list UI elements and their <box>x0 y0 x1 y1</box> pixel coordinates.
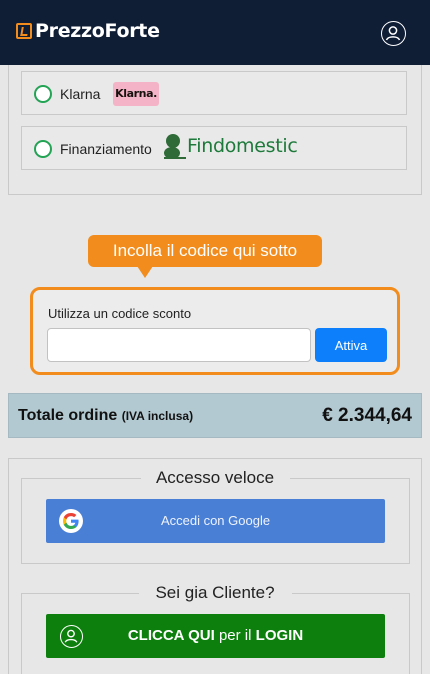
klarna-label: Klarna <box>60 86 101 102</box>
payment-option-klarna[interactable]: Klarna Klarna. <box>21 71 407 115</box>
coupon-box: Utilizza un codice sconto Attiva <box>30 287 400 375</box>
findomestic-wordmark: Findomestic <box>187 135 298 157</box>
brand-logo[interactable]: PrezzoForte <box>16 20 160 42</box>
google-login-button[interactable]: Accedi con Google <box>46 499 385 543</box>
coupon-label: Utilizza un codice sconto <box>48 306 192 321</box>
login-button[interactable]: CLICCA QUI per il LOGIN <box>46 614 385 658</box>
login-button-label: CLICCA QUI per il LOGIN <box>46 627 385 644</box>
klarna-logo: Klarna. <box>113 82 159 106</box>
coupon-code-input[interactable] <box>47 328 311 362</box>
user-account-button[interactable] <box>381 21 406 46</box>
order-total-value: € 2.344,64 <box>322 405 412 426</box>
brand-name: PrezzoForte <box>35 20 160 42</box>
findomestic-radio[interactable] <box>34 140 52 158</box>
prezzoforte-logo-icon <box>16 23 32 39</box>
login-cta-bold-1: CLICCA QUI <box>127 627 215 644</box>
login-cta-mid: per il <box>214 627 256 644</box>
login-cta-bold-2: LOGIN <box>255 627 304 644</box>
quick-access-title: Accesso veloce <box>155 468 275 487</box>
top-header: PrezzoForte <box>0 0 430 65</box>
order-total-bar: Totale ordine (IVA inclusa) € 2.344,64 <box>8 393 422 438</box>
financing-label: Finanziamento <box>60 141 152 157</box>
tooltip-arrow <box>137 266 153 278</box>
order-total-title: Totale ordine <box>18 407 118 424</box>
existing-client-title: Sei gia Cliente? <box>155 583 275 602</box>
user-icon <box>385 26 401 41</box>
order-total-label: Totale ordine (IVA inclusa) <box>18 407 193 425</box>
activate-coupon-button[interactable]: Attiva <box>315 328 387 362</box>
findomestic-mascot-icon <box>164 134 186 159</box>
coupon-tooltip: Incolla il codice qui sotto <box>88 235 322 267</box>
klarna-radio[interactable] <box>34 85 52 103</box>
findomestic-logo: Findomestic <box>163 133 298 159</box>
payment-option-findomestic[interactable]: Finanziamento Findomestic <box>21 126 407 170</box>
google-login-label: Accedi con Google <box>160 513 271 528</box>
vat-included-note: (IVA inclusa) <box>121 409 194 423</box>
